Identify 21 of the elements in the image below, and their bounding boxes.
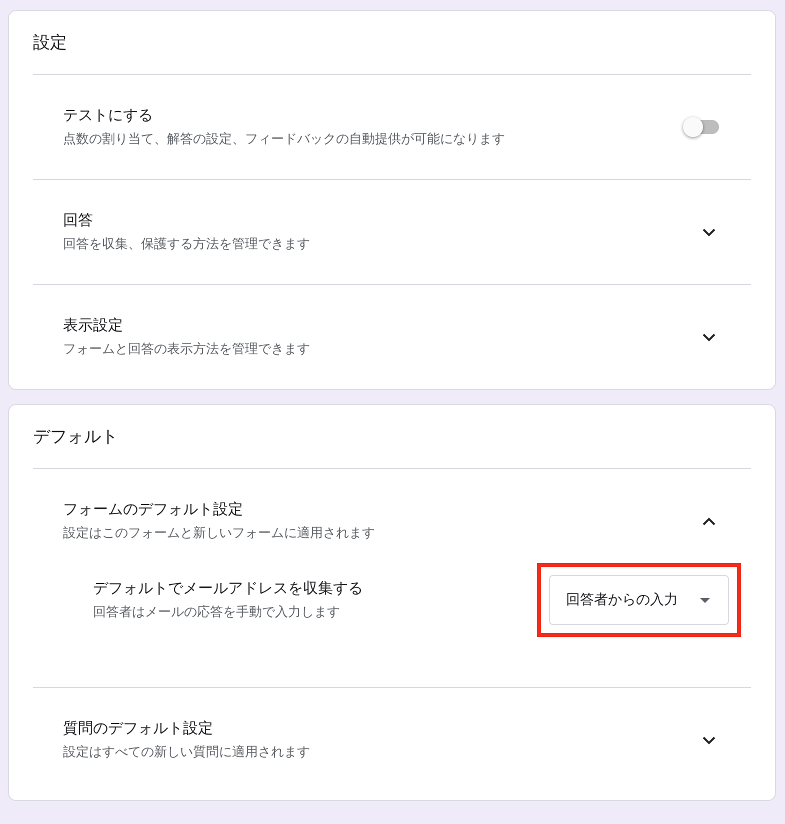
- setting-title: フォームのデフォルト設定: [63, 499, 244, 519]
- chevron-up-icon: [702, 516, 716, 526]
- setting-title: 質問のデフォルト設定: [63, 718, 214, 738]
- card-title: デフォルト: [33, 405, 751, 469]
- setting-description: 設定はすべての新しい質問に適用されます: [63, 744, 310, 762]
- setting-title: デフォルトでメールアドレスを収集する: [93, 578, 363, 598]
- setting-description: 設定はこのフォームと新しいフォームに適用されます: [63, 525, 375, 543]
- setting-description: 回答を収集、保護する方法を管理できます: [63, 236, 310, 254]
- chevron-down-icon: [702, 228, 716, 236]
- setting-title: テストにする: [63, 105, 154, 125]
- setting-description: 回答者はメールの応答を手動で入力します: [93, 604, 341, 622]
- setting-title: 回答: [63, 210, 94, 230]
- setting-title: 表示設定: [63, 315, 124, 335]
- dropdown-caret-icon: [700, 598, 710, 602]
- setting-description: フォームと回答の表示方法を管理できます: [63, 341, 310, 359]
- setting-description: 点数の割り当て、解答の設定、フィードバックの自動提供が可能になります: [63, 131, 505, 149]
- dropdown-select[interactable]: 回答者からの入力: [549, 575, 729, 625]
- chevron-down-icon: [702, 736, 716, 744]
- card-title: 設定: [33, 11, 751, 75]
- toggle-switch[interactable]: [685, 120, 719, 134]
- chevron-down-icon: [702, 332, 716, 342]
